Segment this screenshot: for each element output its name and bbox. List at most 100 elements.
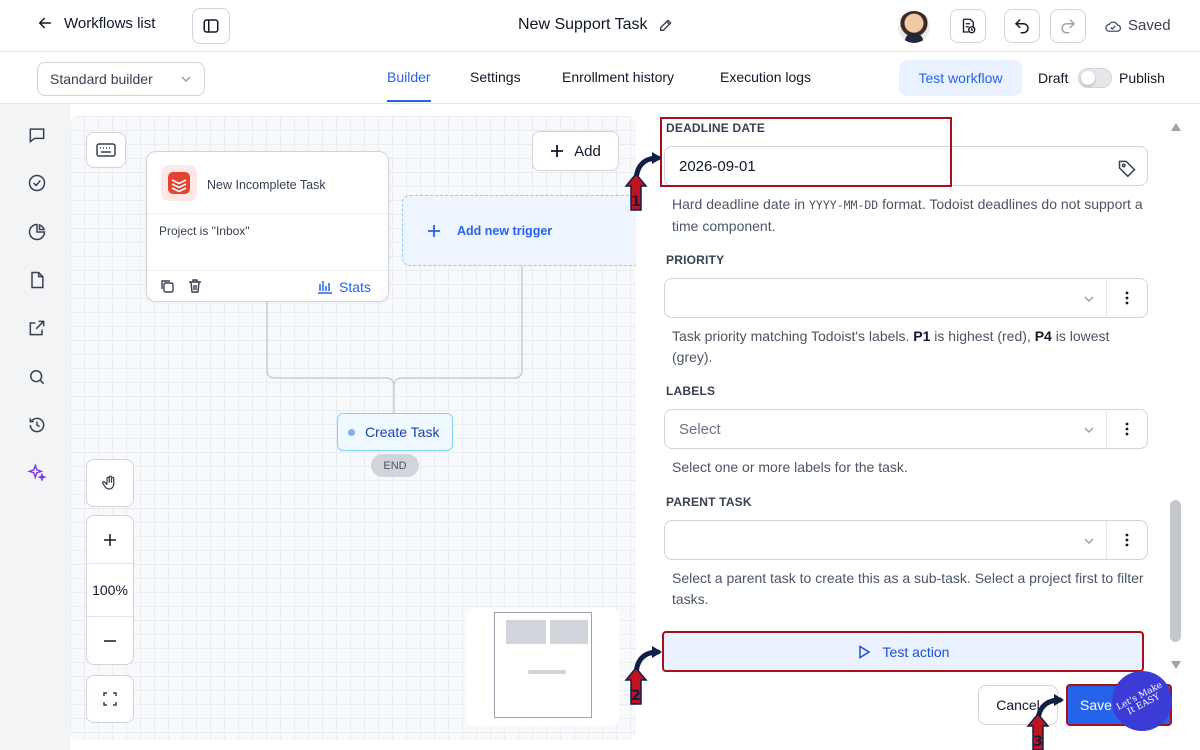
- divider: [1106, 279, 1107, 317]
- draft-label: Draft: [1038, 70, 1069, 86]
- parent-task-help-text: Select a parent task to create this as a…: [672, 570, 1144, 607]
- divider: [1106, 410, 1107, 448]
- arrow-left-icon: [38, 17, 51, 29]
- tab-enrollment-history[interactable]: Enrollment history: [562, 69, 674, 85]
- step-number-1: 1: [631, 194, 641, 210]
- tab-execution-logs[interactable]: Execution logs: [720, 69, 811, 85]
- history-icon[interactable]: [26, 414, 48, 436]
- saved-label: Saved: [1128, 17, 1171, 34]
- parent-task-label: PARENT TASK: [666, 495, 752, 509]
- bar-chart-icon: [318, 281, 332, 294]
- labels-label: LABELS: [666, 384, 716, 398]
- test-workflow-button[interactable]: Test workflow: [899, 60, 1022, 96]
- trigger-card[interactable]: New Incomplete Task Project is "Inbox" S…: [146, 151, 389, 302]
- workflow-canvas[interactable]: Add New Incomplete Task Project is "Inbo…: [70, 116, 636, 740]
- create-task-node[interactable]: Create Task: [337, 413, 453, 451]
- chevron-down-icon: [1084, 427, 1094, 434]
- minimap-node: [550, 620, 588, 644]
- plus-icon: [104, 533, 116, 546]
- priority-help-text: Task priority matching Todoist's labels.…: [672, 326, 1152, 368]
- publish-label: Publish: [1119, 70, 1165, 86]
- test-action-button[interactable]: Test action: [662, 631, 1144, 672]
- test-action-label: Test action: [882, 643, 950, 660]
- top-bar: Workflows list New Support Task Saved: [0, 0, 1200, 52]
- keyboard-shortcuts-button[interactable]: [86, 132, 126, 168]
- keyboard-icon: [96, 143, 116, 157]
- priority-p4: P4: [1034, 328, 1052, 344]
- add-node-button[interactable]: Add: [532, 131, 619, 171]
- left-sidebar: [0, 104, 70, 750]
- back-label: Workflows list: [64, 14, 156, 32]
- zoom-level: 100%: [92, 582, 128, 598]
- todoist-logo-icon: [161, 165, 197, 201]
- chevron-down-icon: [1084, 296, 1094, 303]
- date-format-code: YYYY-MM-DD: [809, 198, 879, 212]
- chat-icon[interactable]: [26, 124, 48, 146]
- back-to-workflows-button[interactable]: Workflows list: [36, 14, 155, 32]
- save-status: Saved: [1104, 17, 1171, 34]
- curved-arrow-icon: 3: [1026, 694, 1064, 750]
- minimap[interactable]: [466, 608, 619, 726]
- undo-button[interactable]: [1004, 9, 1040, 43]
- stats-button[interactable]: Stats: [317, 279, 371, 295]
- version-history-button[interactable]: [950, 9, 986, 43]
- trigger-condition: Project is "Inbox": [159, 224, 250, 238]
- document-clock-icon: [962, 18, 976, 34]
- check-circle-icon[interactable]: [26, 172, 48, 194]
- pencil-icon[interactable]: [658, 17, 674, 33]
- add-new-trigger-button[interactable]: Add new trigger: [402, 195, 636, 266]
- scrollbar-thumb[interactable]: [1170, 500, 1181, 642]
- pie-chart-icon[interactable]: [26, 221, 48, 243]
- redo-icon: [1061, 19, 1076, 34]
- deadline-highlight-box: [660, 117, 952, 187]
- external-link-icon[interactable]: [26, 317, 48, 339]
- minus-icon: [104, 639, 116, 642]
- publish-toggle[interactable]: [1078, 68, 1112, 88]
- labels-placeholder: Select: [679, 420, 721, 438]
- zoom-in-button[interactable]: [87, 516, 133, 564]
- more-vertical-icon[interactable]: [1121, 532, 1133, 548]
- trash-icon[interactable]: [187, 278, 203, 294]
- tab-builder[interactable]: Builder: [387, 69, 431, 102]
- workflow-title[interactable]: New Support Task: [518, 16, 674, 34]
- pan-tool-button[interactable]: [86, 459, 134, 507]
- priority-p1: P1: [913, 328, 931, 344]
- user-avatar[interactable]: [898, 11, 930, 43]
- builder-mode-select[interactable]: Standard builder: [37, 62, 205, 96]
- minimap-node: [506, 620, 546, 644]
- priority-select[interactable]: [664, 278, 1148, 318]
- expand-icon: [103, 692, 117, 706]
- priority-label: PRIORITY: [666, 253, 725, 267]
- curved-arrow-icon: 2: [624, 646, 662, 705]
- tab-settings[interactable]: Settings: [470, 69, 521, 85]
- parent-task-select[interactable]: [664, 520, 1148, 560]
- add-trigger-label: Add new trigger: [457, 223, 553, 238]
- play-icon: [858, 644, 870, 659]
- stats-label: Stats: [339, 279, 371, 295]
- zoom-out-button[interactable]: [87, 616, 133, 664]
- file-icon[interactable]: [26, 269, 48, 291]
- panel-scrollbar[interactable]: [1168, 118, 1184, 674]
- more-vertical-icon[interactable]: [1121, 421, 1133, 437]
- deadline-help-prefix: Hard deadline date in: [672, 196, 809, 212]
- sparkle-icon[interactable]: [26, 462, 48, 484]
- divider: [147, 213, 388, 214]
- tag-icon[interactable]: [1117, 158, 1137, 178]
- more-vertical-icon[interactable]: [1121, 290, 1133, 306]
- scroll-down-icon[interactable]: [1170, 660, 1182, 670]
- sidebar-toggle-button[interactable]: [192, 8, 230, 44]
- step-marker-3: 3: [1024, 694, 1064, 750]
- search-icon[interactable]: [26, 366, 48, 388]
- undo-icon: [1014, 19, 1029, 34]
- priority-help-prefix: Task priority matching Todoist's labels.: [672, 328, 914, 344]
- step-marker-2: 2: [622, 646, 662, 705]
- fit-view-button[interactable]: [86, 675, 134, 723]
- redo-button[interactable]: [1050, 9, 1086, 43]
- zoom-controls: 100%: [86, 515, 134, 665]
- plus-icon: [428, 224, 440, 237]
- scroll-up-icon[interactable]: [1170, 122, 1182, 132]
- sub-bar: Standard builder Builder Settings Enroll…: [0, 52, 1200, 104]
- copy-icon[interactable]: [159, 278, 175, 294]
- trigger-name: New Incomplete Task: [207, 178, 326, 192]
- labels-select[interactable]: Select: [664, 409, 1148, 449]
